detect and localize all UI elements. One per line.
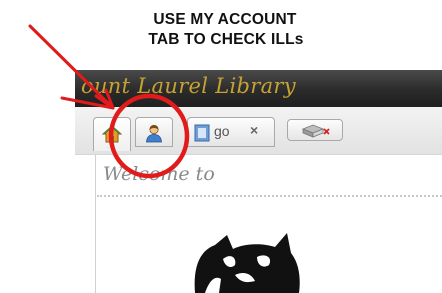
tab-my-account[interactable]: [135, 117, 173, 147]
tab-catalog-go[interactable]: go ×: [187, 117, 275, 147]
main-content: Welcome to: [75, 155, 442, 293]
new-tab-icon: [301, 124, 330, 138]
catalog-icon: [194, 124, 210, 142]
library-page-window: ount Laurel Library go × Welcome to: [75, 70, 442, 293]
dotted-divider: [97, 195, 442, 197]
welcome-heading: Welcome to: [103, 163, 215, 185]
mascot-image: [194, 233, 300, 293]
close-icon[interactable]: ×: [250, 122, 258, 138]
caption-line-1: USE MY ACCOUNT: [153, 11, 297, 28]
tab-home[interactable]: [93, 117, 131, 151]
home-icon: [102, 125, 122, 143]
new-tab-button[interactable]: [287, 119, 343, 141]
content-border: [95, 155, 96, 293]
tab-go-label: go: [214, 123, 230, 139]
instruction-caption: USE MY ACCOUNT TAB TO CHECK ILLs: [0, 10, 442, 50]
tab-bar: go ×: [75, 107, 442, 155]
library-title: ount Laurel Library: [81, 74, 296, 98]
site-header: ount Laurel Library: [75, 70, 442, 107]
user-icon: [146, 124, 162, 143]
caption-line-2: TAB TO CHECK ILLs: [148, 31, 304, 48]
